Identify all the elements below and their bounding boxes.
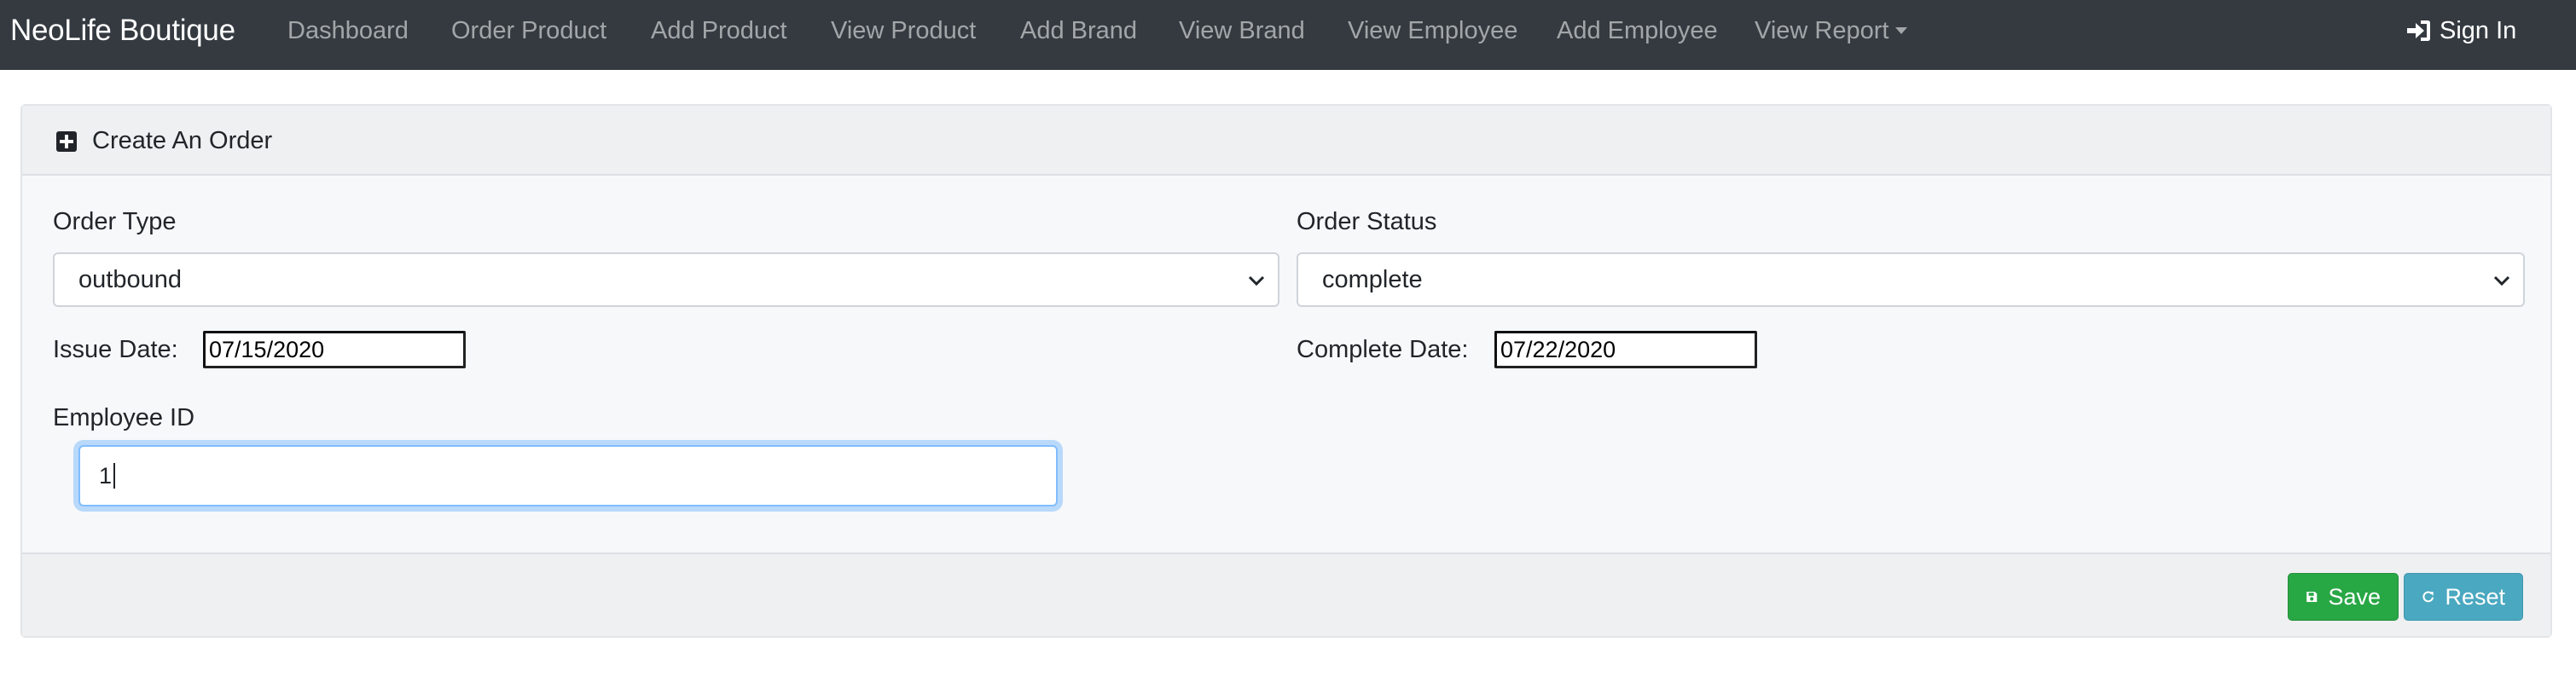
reset-button[interactable]: Reset — [2404, 573, 2523, 621]
order-status-label: Order Status — [1297, 208, 1437, 235]
save-icon — [2306, 591, 2318, 603]
reset-label: Reset — [2445, 583, 2505, 610]
issue-date-label: Issue Date: — [53, 336, 178, 363]
sign-in-icon — [2407, 20, 2430, 41]
complete-date-label: Complete Date: — [1297, 336, 1469, 363]
employee-id-value-wrap: 1 — [99, 447, 116, 505]
order-type-label: Order Type — [53, 208, 177, 235]
nav-view-employee[interactable]: View Employee — [1348, 0, 1517, 61]
chevron-down-icon — [1248, 275, 1265, 286]
nav-view-report-dropdown[interactable]: View Report — [1755, 0, 1908, 61]
sign-in-label: Sign In — [2440, 16, 2517, 44]
save-button[interactable]: Save — [2288, 573, 2399, 621]
caret-down-icon — [1895, 27, 1908, 34]
chevron-down-icon — [2493, 275, 2510, 286]
nav-add-employee[interactable]: Add Employee — [1557, 0, 1718, 61]
text-cursor — [113, 463, 116, 489]
employee-id-value: 1 — [99, 462, 113, 489]
nav-add-product[interactable]: Add Product — [651, 0, 787, 61]
employee-id-input[interactable]: 1 — [78, 445, 1058, 506]
plus-square-icon — [56, 131, 77, 152]
save-label: Save — [2328, 583, 2381, 610]
card-title: Create An Order — [92, 126, 273, 154]
issue-date-input[interactable]: 07/15/2020 — [203, 331, 466, 368]
nav-view-product[interactable]: View Product — [831, 0, 976, 61]
order-type-value: outbound — [78, 265, 182, 293]
nav-add-brand[interactable]: Add Brand — [1020, 0, 1137, 61]
reset-icon — [2422, 591, 2434, 603]
top-navbar: NeoLife Boutique Dashboard Order Product… — [0, 0, 2576, 70]
order-status-select[interactable]: complete — [1297, 252, 2525, 307]
nav-view-brand[interactable]: View Brand — [1179, 0, 1305, 61]
order-status-value: complete — [1322, 265, 1423, 293]
card-header: Create An Order — [22, 106, 2550, 176]
complete-date-input[interactable]: 07/22/2020 — [1494, 331, 1757, 368]
nav-dashboard[interactable]: Dashboard — [287, 0, 409, 61]
card-footer: Save Reset — [22, 553, 2550, 636]
sign-in-link[interactable]: Sign In — [2407, 0, 2516, 61]
create-order-card: Create An Order Order Type outbound Orde… — [20, 104, 2552, 638]
nav-view-report-label: View Report — [1755, 16, 1889, 44]
nav-order-product[interactable]: Order Product — [451, 0, 606, 61]
employee-id-label: Employee ID — [53, 404, 195, 431]
brand-logo[interactable]: NeoLife Boutique — [10, 0, 235, 61]
order-type-select[interactable]: outbound — [53, 252, 1279, 307]
